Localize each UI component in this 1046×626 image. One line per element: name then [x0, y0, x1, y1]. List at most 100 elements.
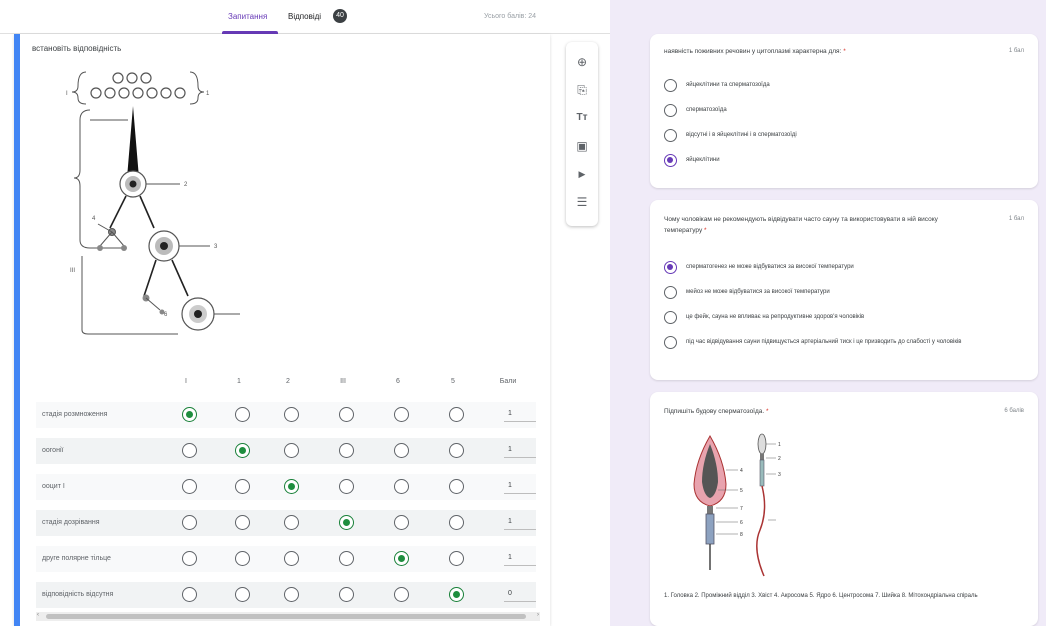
- grid-radio-button[interactable]: [449, 515, 464, 530]
- grid-radio-button[interactable]: [182, 443, 197, 458]
- grid-radio-button[interactable]: [284, 587, 299, 602]
- points-input[interactable]: 1: [504, 408, 536, 422]
- grid-radio-button[interactable]: [235, 479, 250, 494]
- grid-radio-button[interactable]: [394, 407, 409, 422]
- option-label: під час відвідування сауни підвищується …: [686, 339, 962, 345]
- grid-row-label: оогонії: [42, 447, 64, 454]
- answer-option[interactable]: мейоз не може відбуватися за високої тем…: [664, 285, 1024, 301]
- grid-radio-button[interactable]: [284, 551, 299, 566]
- grid-radio-button[interactable]: [394, 587, 409, 602]
- grid-row: стадія дозрівання 1: [36, 510, 536, 536]
- grid-column-header: 1: [237, 378, 241, 385]
- svg-text:6: 6: [164, 312, 168, 318]
- grid-radio-button[interactable]: [394, 443, 409, 458]
- svg-text:6: 6: [740, 520, 743, 526]
- radio-button[interactable]: [664, 311, 677, 324]
- add-image-icon[interactable]: ▣: [574, 138, 590, 154]
- option-label: яйцеклітини: [686, 157, 720, 163]
- radio-button[interactable]: [664, 104, 677, 117]
- form-side-toolbar: ⊕ ⎘ Tт ▣ ▶ ☰: [566, 42, 598, 226]
- answer-option[interactable]: сперматогенез не може відбуватися за вис…: [664, 260, 1024, 276]
- question-points: 1 бал: [1008, 216, 1024, 222]
- option-label: сперматогенез не може відбуватися за вис…: [686, 264, 854, 270]
- grid-radio-button[interactable]: [235, 551, 250, 566]
- required-marker: *: [766, 408, 769, 415]
- option-label: мейоз не може відбуватися за високої тем…: [686, 289, 830, 295]
- points-input[interactable]: 1: [504, 444, 536, 458]
- grid-radio-button[interactable]: [235, 587, 250, 602]
- grid-radio-button[interactable]: [449, 551, 464, 566]
- answer-option[interactable]: яйцеклітини: [664, 153, 1024, 169]
- grid-row-label: ооцит І: [42, 483, 65, 490]
- svg-text:2: 2: [778, 456, 781, 462]
- grid-radio-button[interactable]: [284, 443, 299, 458]
- required-marker: *: [843, 48, 846, 55]
- add-section-icon[interactable]: ☰: [574, 194, 590, 210]
- grid-radio-button[interactable]: [449, 443, 464, 458]
- answer-option[interactable]: відсутні і в яйцеклітині і в сперматозої…: [664, 128, 1024, 144]
- radio-button[interactable]: [664, 286, 677, 299]
- points-input[interactable]: 0: [504, 588, 536, 602]
- scrollbar-thumb[interactable]: [46, 614, 526, 619]
- import-questions-icon[interactable]: ⎘: [574, 82, 590, 98]
- grid-radio-button[interactable]: [449, 479, 464, 494]
- radio-button[interactable]: [664, 261, 677, 274]
- form-preview-panel: наявність поживних речовин у цитоплазмі …: [622, 0, 1046, 626]
- grid-radio-button[interactable]: [394, 551, 409, 566]
- tab-responses[interactable]: Відповіді: [288, 12, 321, 21]
- svg-text:2: 2: [184, 182, 188, 188]
- points-input[interactable]: 1: [504, 516, 536, 530]
- answer-option[interactable]: яйцеклітини та сперматозоїда: [664, 78, 1024, 94]
- option-label: це фейк, сауна не впливає на репродуктив…: [686, 314, 865, 320]
- grid-radio-button[interactable]: [182, 551, 197, 566]
- question-card-nutrients: наявність поживних речовин у цитоплазмі …: [650, 34, 1038, 188]
- oogenesis-diagram: I 1 2 4 3 III 6: [66, 71, 240, 335]
- answer-option[interactable]: це фейк, сауна не впливає на репродуктив…: [664, 310, 1024, 326]
- grid-radio-button[interactable]: [284, 479, 299, 494]
- tab-questions[interactable]: Запитання: [228, 12, 267, 21]
- answer-option[interactable]: сперматозоїда: [664, 103, 1024, 119]
- grid-radio-button[interactable]: [284, 515, 299, 530]
- radio-button[interactable]: [664, 129, 677, 142]
- grid-radio-button[interactable]: [235, 515, 250, 530]
- grid-row-label: стадія розмноження: [42, 411, 108, 418]
- scroll-right-arrow[interactable]: ›: [537, 612, 539, 618]
- question-points: 6 балів: [1004, 408, 1024, 414]
- grid-radio-button[interactable]: [182, 479, 197, 494]
- question-text: Чому чоловікам не рекомендують відвідува…: [664, 214, 974, 236]
- add-video-icon[interactable]: ▶: [574, 166, 590, 182]
- svg-text:1: 1: [206, 91, 210, 97]
- grid-radio-button[interactable]: [339, 551, 354, 566]
- question-text: наявність поживних речовин у цитоплазмі …: [664, 46, 964, 57]
- grid-radio-button[interactable]: [339, 587, 354, 602]
- add-question-icon[interactable]: ⊕: [574, 54, 590, 70]
- grid-radio-button[interactable]: [449, 587, 464, 602]
- grid-radio-button[interactable]: [182, 407, 197, 422]
- radio-button[interactable]: [664, 154, 677, 167]
- scroll-left-arrow[interactable]: ‹: [37, 612, 39, 618]
- add-title-icon[interactable]: Tт: [574, 110, 590, 126]
- grid-radio-button[interactable]: [394, 515, 409, 530]
- grid-radio-button[interactable]: [182, 587, 197, 602]
- points-input[interactable]: 1: [504, 552, 536, 566]
- grid-radio-button[interactable]: [339, 443, 354, 458]
- grid-radio-button[interactable]: [182, 515, 197, 530]
- question-title: встановіть відповідність: [32, 44, 122, 53]
- points-input[interactable]: 1: [504, 480, 536, 494]
- svg-text:4: 4: [92, 216, 96, 222]
- grid-row: оогонії 1: [36, 438, 536, 464]
- grid-radio-button[interactable]: [235, 407, 250, 422]
- horizontal-scrollbar[interactable]: ‹ ›: [36, 612, 540, 621]
- grid-radio-button[interactable]: [394, 479, 409, 494]
- grid-radio-button[interactable]: [339, 479, 354, 494]
- radio-button[interactable]: [664, 79, 677, 92]
- grid-radio-button[interactable]: [449, 407, 464, 422]
- grid-radio-button[interactable]: [339, 407, 354, 422]
- grid-radio-button[interactable]: [339, 515, 354, 530]
- grid-radio-button[interactable]: [235, 443, 250, 458]
- radio-button[interactable]: [664, 336, 677, 349]
- oogonia-cluster: [90, 72, 186, 99]
- grid-radio-button[interactable]: [284, 407, 299, 422]
- option-label: сперматозоїда: [686, 107, 727, 113]
- answer-option[interactable]: під час відвідування сауни підвищується …: [664, 335, 1024, 351]
